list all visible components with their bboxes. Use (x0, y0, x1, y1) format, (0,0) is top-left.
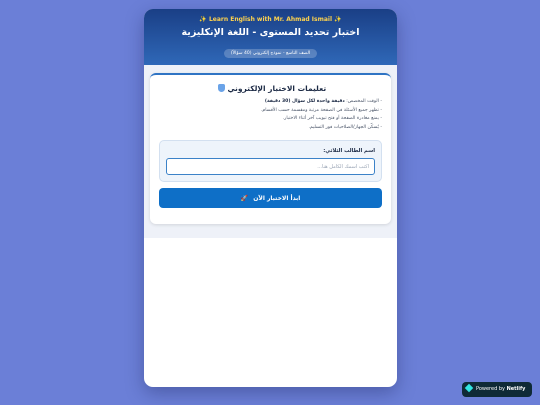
quiz-card: ✨ Learn English with Mr. Ahmad Ismail ✨ … (144, 9, 397, 387)
page-header: ✨ Learn English with Mr. Ahmad Ismail ✨ … (144, 9, 397, 65)
netlify-badge[interactable]: Powered by Netlify (462, 382, 532, 397)
student-name-box: اسم الطالب الثلاثي: (159, 140, 382, 182)
brand-line: ✨ Learn English with Mr. Ahmad Ismail ✨ (199, 16, 342, 23)
rule-item: - يمنع مغادرة الصفحة أو فتح تبويب آخر أث… (159, 115, 382, 124)
rule-text: - الوقت المخصص: (344, 99, 382, 104)
rule-emphasis: دقيقة واحدة لكل سؤال (30 دقيقة) (264, 99, 345, 104)
rule-item: - الوقت المخصص: دقيقة واحدة لكل سؤال (30… (159, 98, 382, 107)
rocket-icon: 🚀 (240, 194, 249, 202)
student-name-label: اسم الطالب الثلاثي: (323, 148, 375, 154)
rule-text: - يمنع مغادرة الصفحة أو فتح تبويب آخر أث… (282, 116, 382, 121)
instructions-title: تعليمات الاختبار الإلكتروني (227, 84, 327, 93)
rule-text: - يُسكّن الجهاز/الصلاحيات فور التسليم. (308, 124, 382, 130)
student-name-input[interactable] (166, 158, 375, 175)
netlify-brand: Netlify (506, 386, 526, 392)
shield-icon (217, 84, 225, 92)
page-title: اختبار تحديد المستوى - اللغة الإنكليزية (181, 27, 360, 38)
instructions-panel: تعليمات الاختبار الإلكتروني - الوقت المخ… (150, 73, 391, 224)
grade-badge: الصف التاسع - نموذج إلكتروني (40 سؤالاً) (223, 49, 318, 58)
netlify-logo-icon (464, 383, 474, 393)
rule-item: - تظهر جميع الأسئلة في الصفحة مرتبة ومقس… (159, 107, 382, 116)
netlify-prefix: Powered by (476, 386, 507, 392)
rule-item: - يُسكّن الجهاز/الصلاحيات فور التسليم. (159, 124, 382, 133)
start-exam-button[interactable]: ابدأ الاختبار الآن 🚀 (159, 188, 382, 208)
rule-text: - تظهر جميع الأسئلة في الصفحة مرتبة ومقس… (260, 107, 382, 113)
instructions-heading: تعليمات الاختبار الإلكتروني (159, 83, 382, 94)
start-exam-label: ابدأ الاختبار الآن (253, 194, 301, 202)
rules-list: - الوقت المخصص: دقيقة واحدة لكل سؤال (30… (159, 98, 382, 132)
